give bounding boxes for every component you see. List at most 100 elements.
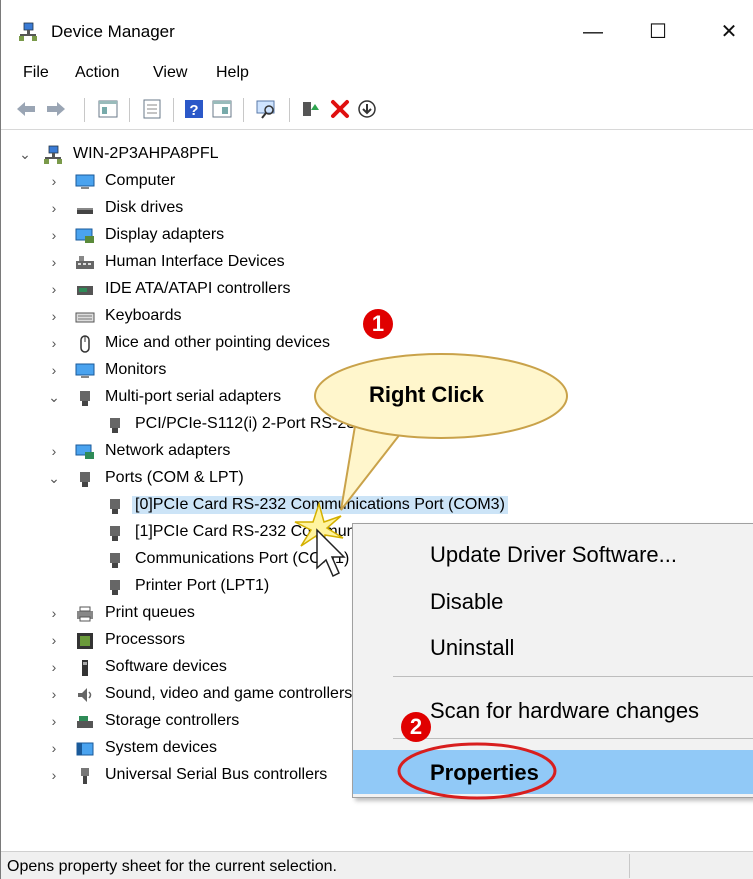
tree-item-pci-board[interactable]: PCI/PCIe-S112(i) 2-Port RS-232 Communica…	[1, 411, 753, 438]
toolbar: ?	[1, 90, 753, 130]
status-divider	[629, 854, 630, 878]
update-driver-icon[interactable]	[299, 98, 321, 120]
scan-hardware-icon[interactable]	[255, 98, 277, 120]
status-text: Opens property sheet for the current sel…	[7, 858, 337, 875]
port-icon	[110, 553, 120, 568]
forward-arrow-icon[interactable]	[45, 98, 67, 120]
system-device-icon	[76, 742, 94, 756]
window-title: Device Manager	[51, 22, 175, 41]
chevron-right-icon[interactable]: ›	[46, 170, 62, 192]
tree-item-label: Print queues	[105, 604, 195, 621]
tree-item-label: [0]PCIe Card RS-232 Communications Port …	[132, 496, 508, 514]
computer-network-icon	[44, 145, 62, 164]
menu-action[interactable]: Action	[75, 64, 119, 82]
title-bar: Device Manager — ☐ ✕	[1, 0, 753, 58]
chevron-right-icon[interactable]: ›	[46, 332, 62, 354]
tree-item-label: Ports (COM & LPT)	[105, 469, 244, 486]
tree-item-display-adapters[interactable]: › Display adapters	[1, 222, 753, 249]
chevron-right-icon[interactable]: ›	[46, 683, 62, 705]
chevron-right-icon[interactable]: ›	[46, 764, 62, 786]
close-button[interactable]: ✕	[709, 14, 749, 50]
chevron-down-icon[interactable]: ⌄	[46, 386, 62, 408]
menu-properties-label: Properties	[430, 760, 539, 785]
tree-item-monitors[interactable]: › Monitors	[1, 357, 753, 384]
tree-item-label: Software devices	[105, 658, 227, 675]
tree-item-label: Multi-port serial adapters	[105, 388, 282, 405]
tree-item-label: System devices	[105, 739, 218, 756]
back-arrow-icon[interactable]	[15, 98, 37, 120]
help-icon[interactable]: ?	[183, 98, 205, 120]
hid-icon	[76, 256, 94, 269]
chevron-down-icon[interactable]: ⌄	[46, 467, 62, 489]
tree-item-label: Computer	[105, 172, 176, 189]
tree-item-network[interactable]: › Network adapters	[1, 438, 753, 465]
mouse-icon	[80, 335, 90, 353]
maximize-button[interactable]: ☐	[638, 14, 678, 50]
tree-item-label: Mice and other pointing devices	[105, 334, 331, 351]
chevron-right-icon[interactable]: ›	[46, 278, 62, 300]
menu-file[interactable]: File	[23, 64, 49, 82]
chevron-right-icon[interactable]: ›	[46, 710, 62, 732]
menu-bar: File Action View Help	[1, 58, 753, 88]
display-adapter-icon	[75, 228, 94, 243]
tree-item-ports[interactable]: ⌄ Ports (COM & LPT)	[1, 465, 753, 492]
chevron-down-icon[interactable]: ⌄	[17, 143, 33, 165]
tree-item-disk-drives[interactable]: › Disk drives	[1, 195, 753, 222]
chevron-right-icon[interactable]: ›	[46, 305, 62, 327]
disk-drive-icon	[77, 208, 93, 214]
storage-controller-icon	[77, 716, 93, 728]
chevron-right-icon[interactable]: ›	[46, 629, 62, 651]
menu-uninstall[interactable]: Uninstall	[353, 625, 753, 669]
tree-item-label: Sound, video and game controllers	[105, 685, 353, 702]
menu-update-driver[interactable]: Update Driver Software...	[353, 532, 753, 576]
chevron-right-icon[interactable]: ›	[46, 440, 62, 462]
minimize-button[interactable]: —	[573, 14, 613, 50]
menu-help[interactable]: Help	[216, 64, 249, 82]
tree-item-com3[interactable]: [0]PCIe Card RS-232 Communications Port …	[1, 492, 753, 519]
show-hide-tree-icon[interactable]	[97, 98, 119, 120]
computer-icon	[75, 174, 95, 189]
serial-port-icon	[110, 418, 120, 433]
device-manager-window: Device Manager — ☐ ✕ File Action View He…	[0, 0, 753, 879]
ide-controller-icon	[77, 286, 93, 295]
enable-device-icon[interactable]	[356, 98, 378, 120]
menu-properties[interactable]: Properties	[353, 750, 753, 794]
tree-root[interactable]: ⌄ WIN-2P3AHPA8PFL	[1, 141, 753, 168]
tree-item-label: Processors	[105, 631, 186, 648]
tree-item-hid[interactable]: › Human Interface Devices	[1, 249, 753, 276]
callout-text: Right Click	[369, 382, 484, 407]
menu-separator	[393, 676, 753, 677]
tree-item-label: Communications Port (COM1)	[135, 550, 350, 567]
properties-icon[interactable]	[141, 98, 163, 120]
chevron-right-icon[interactable]: ›	[46, 602, 62, 624]
port-icon	[80, 472, 90, 487]
usb-icon	[81, 768, 89, 784]
monitor-icon	[75, 363, 95, 378]
tree-item-label: Storage controllers	[105, 712, 240, 729]
tree-item-label: Keyboards	[105, 307, 182, 324]
tree-item-computer[interactable]: › Computer	[1, 168, 753, 195]
chevron-right-icon[interactable]: ›	[46, 197, 62, 219]
svg-text:?: ?	[189, 102, 198, 119]
tree-root-label: WIN-2P3AHPA8PFL	[73, 145, 219, 162]
step-2-badge: 2	[401, 712, 431, 742]
step-1-badge: 1	[363, 309, 393, 339]
uninstall-x-icon[interactable]	[329, 98, 351, 120]
menu-uninstall-label: Uninstall	[430, 635, 515, 660]
menu-view[interactable]: View	[153, 64, 187, 82]
tree-item-label: IDE ATA/ATAPI controllers	[105, 280, 291, 297]
chevron-right-icon[interactable]: ›	[46, 224, 62, 246]
tree-item-label: Disk drives	[105, 199, 184, 216]
chevron-right-icon[interactable]: ›	[46, 656, 62, 678]
chevron-right-icon[interactable]: ›	[46, 251, 62, 273]
status-bar: Opens property sheet for the current sel…	[1, 851, 753, 879]
tree-item-label: Display adapters	[105, 226, 225, 243]
context-menu: Update Driver Software... Disable Uninst…	[352, 523, 753, 798]
chevron-right-icon[interactable]: ›	[46, 359, 62, 381]
keyboard-icon	[75, 312, 95, 323]
view-icon[interactable]	[211, 98, 233, 120]
menu-disable[interactable]: Disable	[353, 579, 753, 623]
tree-item-ide[interactable]: › IDE ATA/ATAPI controllers	[1, 276, 753, 303]
chevron-right-icon[interactable]: ›	[46, 737, 62, 759]
processor-icon	[77, 633, 93, 649]
